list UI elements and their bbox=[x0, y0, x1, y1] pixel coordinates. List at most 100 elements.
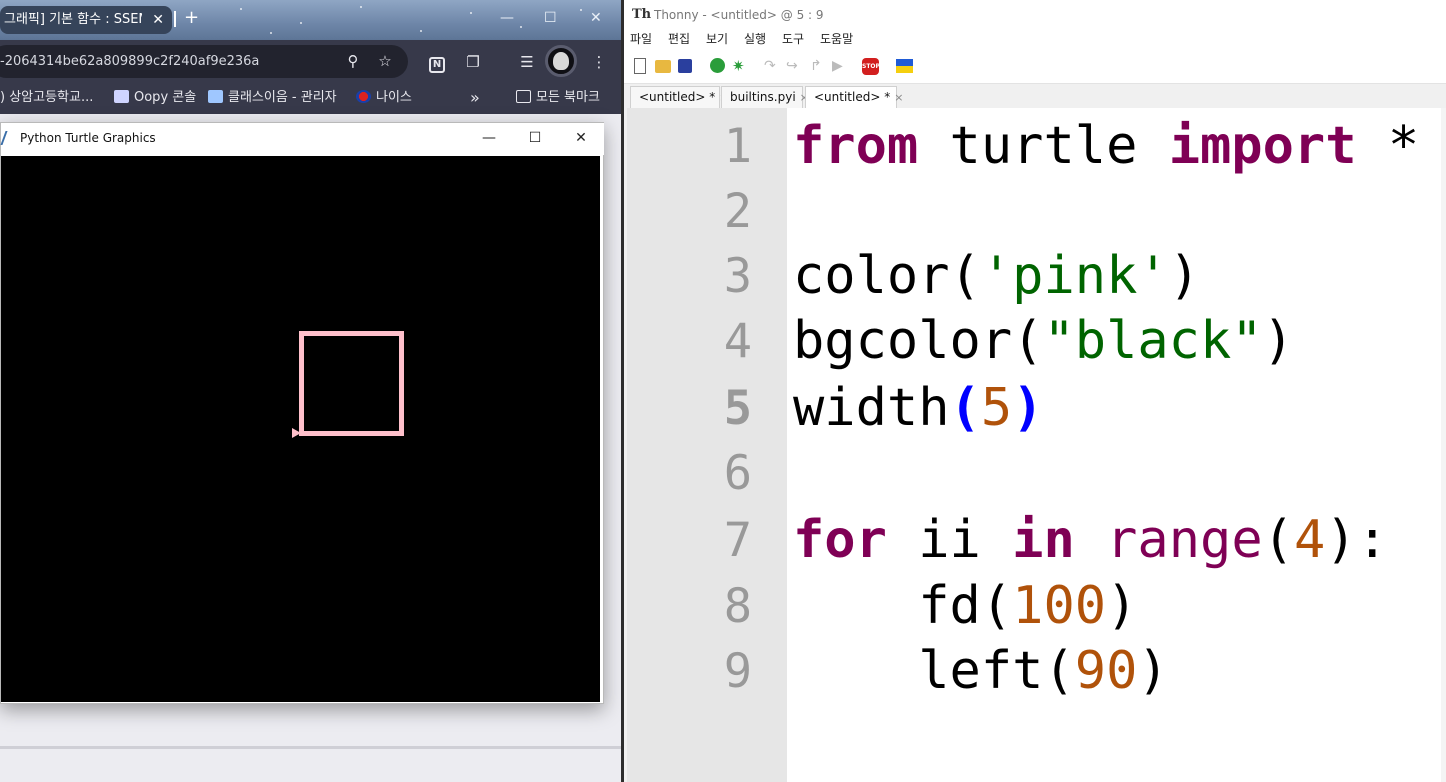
line-number: 7 bbox=[723, 513, 752, 568]
paren: ) bbox=[1262, 311, 1294, 371]
bookmark-item[interactable]: 나이스 bbox=[356, 84, 412, 112]
menu-view[interactable]: 보기 bbox=[706, 30, 728, 48]
browser-tab-active[interactable]: 그래픽] 기본 함수 : SSEM ✕ bbox=[0, 6, 172, 34]
debug-icon[interactable]: ✷ bbox=[732, 58, 748, 74]
notion-extension-icon[interactable]: N bbox=[424, 49, 450, 75]
url-text: -2064314be62a809899c2f240af9e236a bbox=[0, 54, 260, 69]
menu-file[interactable]: 파일 bbox=[630, 30, 652, 48]
function-call: fd( bbox=[793, 576, 1013, 636]
turtle-arrow-icon bbox=[292, 428, 301, 438]
line-number-current: 5 bbox=[723, 381, 752, 436]
address-bar[interactable]: -2064314be62a809899c2f240af9e236a ⚲ ☆ bbox=[0, 45, 408, 78]
bookmarks-bar: ) 상암고등학교... Oopy 콘솔 클래스이음 - 관리자 나이스 » 모든… bbox=[0, 84, 621, 114]
turtle-graphics-window: Python Turtle Graphics — ☐ ✕ bbox=[0, 122, 604, 704]
step-over-icon[interactable]: ↷ bbox=[764, 58, 780, 74]
string-literal: 'pink' bbox=[980, 246, 1169, 306]
browser-toolbar: -2064314be62a809899c2f240af9e236a ⚲ ☆ N … bbox=[0, 40, 621, 84]
tab-divider bbox=[174, 11, 176, 27]
new-file-icon[interactable] bbox=[634, 58, 646, 74]
function-call: bgcolor( bbox=[793, 311, 1044, 371]
code-editor[interactable]: 1 2 3 4 5 6 7 8 9 from turtle import * c… bbox=[627, 108, 1446, 782]
neis-icon bbox=[356, 90, 371, 103]
extensions-icon[interactable]: ❐ bbox=[460, 49, 486, 75]
editor-tabs: <untitled> *× builtins.pyi× <untitled> *… bbox=[624, 84, 1446, 108]
bookmark-item[interactable]: 클래스이음 - 관리자 bbox=[208, 84, 337, 112]
matched-paren: ) bbox=[1012, 378, 1044, 438]
browser-menu-icon[interactable]: ⋮ bbox=[586, 49, 612, 75]
oopy-icon bbox=[114, 90, 129, 103]
function-call: color( bbox=[793, 246, 981, 306]
bookmark-star-icon[interactable]: ☆ bbox=[372, 48, 398, 74]
code-line-9: left(90) bbox=[793, 639, 1168, 704]
builtin-function: range bbox=[1106, 510, 1263, 570]
turtle-canvas[interactable] bbox=[1, 156, 600, 702]
code-line-5: width(5) bbox=[793, 376, 1043, 441]
menu-run[interactable]: 실행 bbox=[744, 30, 766, 48]
function-call: left( bbox=[793, 641, 1075, 701]
tab-close-icon[interactable]: × bbox=[894, 91, 903, 104]
tab-builtins[interactable]: builtins.pyi× bbox=[721, 86, 809, 108]
bookmarks-overflow-button[interactable]: » bbox=[470, 84, 480, 112]
number-literal: 90 bbox=[1074, 641, 1138, 701]
drawn-square bbox=[299, 331, 404, 436]
maximize-icon[interactable]: ☐ bbox=[515, 125, 555, 151]
matched-paren: ( bbox=[949, 378, 981, 438]
string-literal: "black" bbox=[1043, 311, 1263, 371]
line-number: 1 bbox=[723, 119, 752, 174]
close-icon[interactable]: ✕ bbox=[561, 125, 601, 151]
paren: ( bbox=[1262, 510, 1294, 570]
number-literal: 4 bbox=[1293, 510, 1326, 570]
vertical-scrollbar[interactable] bbox=[1441, 108, 1446, 782]
close-icon[interactable]: ✕ bbox=[590, 6, 602, 30]
tab-close-icon[interactable]: ✕ bbox=[152, 6, 164, 34]
turtle-window-title: Python Turtle Graphics bbox=[20, 131, 156, 145]
bookmark-item[interactable]: Oopy 콘솔 bbox=[114, 84, 196, 112]
step-out-icon[interactable]: ↱ bbox=[810, 58, 826, 74]
tab-untitled-active[interactable]: <untitled> * × bbox=[805, 86, 903, 108]
keyword: from bbox=[793, 116, 919, 176]
all-bookmarks-button[interactable]: 모든 북마크 bbox=[516, 84, 600, 112]
number-literal: 100 bbox=[1012, 576, 1107, 636]
turtle-titlebar[interactable]: Python Turtle Graphics — ☐ ✕ bbox=[0, 123, 604, 155]
class-eum-icon bbox=[208, 90, 223, 103]
stop-icon[interactable]: STOP bbox=[862, 58, 880, 75]
folder-icon bbox=[516, 90, 531, 103]
new-tab-button[interactable]: + bbox=[184, 6, 199, 30]
bookmark-item[interactable]: ) 상암고등학교... bbox=[0, 84, 93, 112]
variable: ii bbox=[886, 510, 1013, 570]
open-file-icon[interactable] bbox=[655, 60, 671, 73]
menu-help[interactable]: 도움말 bbox=[820, 30, 853, 48]
line-number: 2 bbox=[723, 184, 752, 239]
profile-avatar[interactable] bbox=[545, 45, 577, 77]
minimize-icon[interactable]: — bbox=[500, 6, 514, 30]
code-line-8: fd(100) bbox=[793, 574, 1137, 639]
run-icon[interactable] bbox=[710, 58, 725, 73]
menu-tools[interactable]: 도구 bbox=[782, 30, 804, 48]
step-into-icon[interactable]: ↪ bbox=[786, 58, 802, 74]
paren: ) bbox=[1168, 246, 1200, 306]
media-control-icon[interactable]: ☰ bbox=[514, 49, 540, 75]
line-number: 6 bbox=[723, 446, 752, 501]
thonny-window-title: Thonny - <untitled> @ 5 : 9 bbox=[654, 8, 824, 22]
line-number: 8 bbox=[723, 579, 752, 634]
code-line-1: from turtle import * bbox=[793, 114, 1419, 179]
menu-edit[interactable]: 편집 bbox=[668, 30, 690, 48]
maximize-icon[interactable]: ☐ bbox=[544, 6, 557, 30]
code-line-3: color('pink') bbox=[793, 244, 1200, 309]
line-number: 4 bbox=[723, 314, 752, 369]
minimize-icon[interactable]: — bbox=[469, 125, 509, 151]
ukraine-flag-icon[interactable] bbox=[896, 59, 913, 73]
save-file-icon[interactable] bbox=[678, 59, 692, 73]
zoom-icon[interactable]: ⚲ bbox=[340, 48, 366, 74]
code-line-4: bgcolor("black") bbox=[793, 309, 1294, 374]
menu-bar: 파일 편집 보기 실행 도구 도움말 bbox=[624, 30, 1446, 50]
module-name: turtle bbox=[918, 116, 1169, 176]
function-call: width bbox=[793, 378, 950, 438]
resume-icon[interactable]: ▶ bbox=[832, 58, 848, 74]
browser-tab-title: 그래픽] 기본 함수 : SSEM bbox=[4, 12, 142, 27]
keyword: import bbox=[1168, 116, 1357, 176]
tab-untitled-1[interactable]: <untitled> *× bbox=[630, 86, 728, 108]
keyword: for bbox=[793, 510, 887, 570]
thonny-titlebar[interactable]: Th Thonny - <untitled> @ 5 : 9 bbox=[624, 0, 1446, 30]
